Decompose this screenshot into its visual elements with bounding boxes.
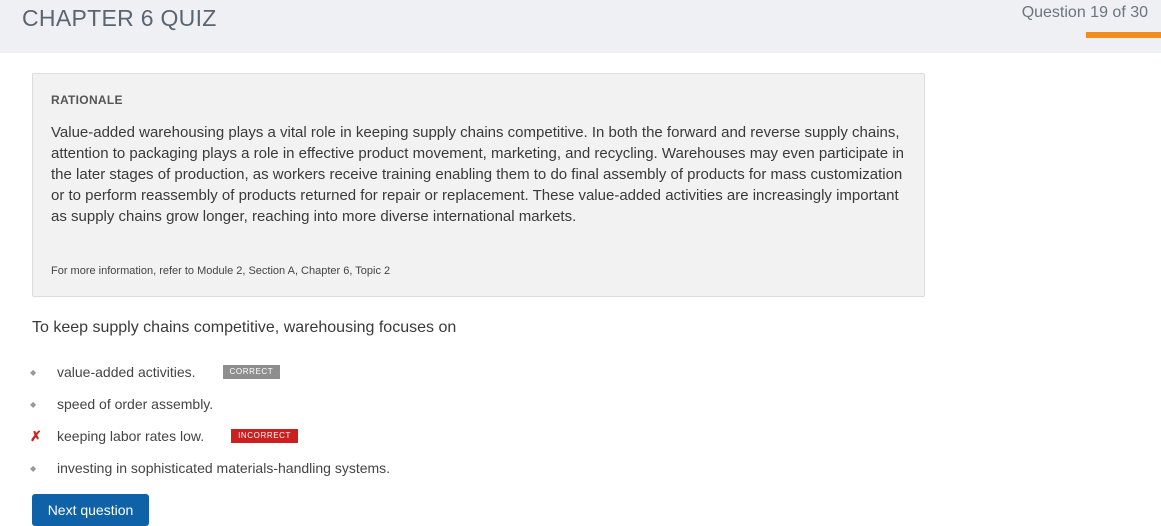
rationale-panel: RATIONALE Value-added warehousing plays … bbox=[32, 73, 925, 297]
rationale-reference: For more information, refer to Module 2,… bbox=[51, 265, 391, 277]
diamond-icon: ◆ bbox=[30, 463, 37, 473]
question-progress-text: Question 19 of 30 bbox=[1021, 4, 1148, 21]
x-icon: ✗ bbox=[30, 427, 42, 444]
question-text: To keep supply chains competitive, wareh… bbox=[32, 319, 457, 336]
answer-text: speed of order assembly. bbox=[57, 396, 214, 412]
answer-list: ◆ value-added activities. CORRECT ◆ spee… bbox=[30, 356, 730, 484]
progress-bar bbox=[1086, 32, 1161, 38]
answer-text: investing in sophisticated materials-han… bbox=[57, 460, 391, 476]
rationale-heading: RATIONALE bbox=[51, 93, 123, 107]
incorrect-badge: INCORRECT bbox=[231, 429, 299, 443]
answer-option[interactable]: ◆ speed of order assembly. bbox=[30, 388, 730, 420]
quiz-header: CHAPTER 6 QUIZ Question 19 of 30 bbox=[0, 0, 1161, 53]
correct-badge: CORRECT bbox=[222, 365, 281, 379]
diamond-icon: ◆ bbox=[30, 367, 37, 377]
answer-option[interactable]: ◆ value-added activities. CORRECT bbox=[30, 356, 730, 388]
answer-text: keeping labor rates low. bbox=[57, 428, 205, 444]
next-question-button[interactable]: Next question bbox=[32, 494, 149, 526]
rationale-body: Value-added warehousing plays a vital ro… bbox=[51, 124, 904, 225]
diamond-icon: ◆ bbox=[30, 399, 37, 409]
answer-text: value-added activities. bbox=[57, 364, 196, 380]
quiz-title: CHAPTER 6 QUIZ bbox=[22, 5, 217, 31]
answer-option[interactable]: ◆ investing in sophisticated materials-h… bbox=[30, 452, 730, 484]
answer-option[interactable]: ✗ keeping labor rates low. INCORRECT bbox=[30, 420, 730, 452]
